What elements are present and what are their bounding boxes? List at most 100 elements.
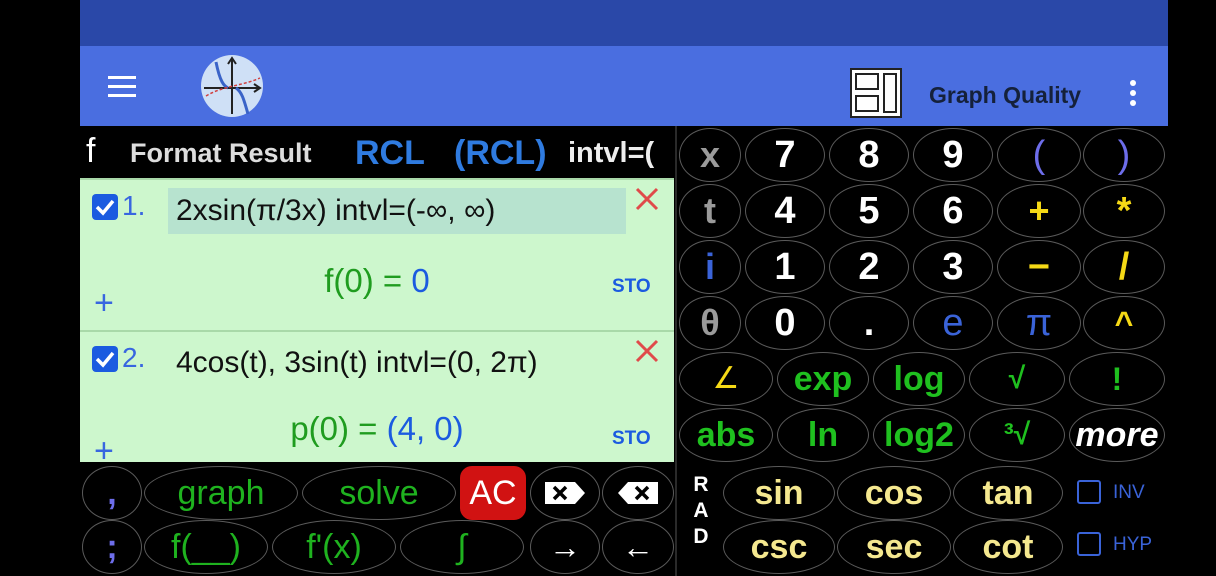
key-minus[interactable]: −: [997, 240, 1081, 294]
key-more[interactable]: more: [1069, 408, 1165, 462]
key-log[interactable]: log: [873, 352, 965, 406]
key-cube-root[interactable]: ³√: [969, 408, 1065, 462]
result-line: p(0) = (4, 0): [80, 410, 674, 448]
function-entry-2: 2. 4cos(t), 3sin(t) intvl=(0, 2π) p(0) =…: [80, 330, 674, 470]
key-plus[interactable]: +: [997, 184, 1081, 238]
hamburger-menu-icon[interactable]: [104, 76, 138, 100]
key-sin[interactable]: sin: [723, 466, 835, 520]
key-label: 5: [858, 190, 880, 232]
key-5[interactable]: 5: [829, 184, 909, 238]
key-tan[interactable]: tan: [953, 466, 1063, 520]
key-open-paren[interactable]: (: [997, 128, 1081, 182]
key-3[interactable]: 3: [913, 240, 993, 294]
entry-number: 1.: [122, 190, 146, 221]
key-label: log2: [884, 416, 954, 454]
key-t[interactable]: t: [679, 184, 741, 238]
close-icon[interactable]: [632, 184, 662, 214]
sto-button[interactable]: STO: [612, 276, 651, 298]
expression-input[interactable]: 2xsin(π/3x) intvl=(-∞, ∞): [168, 188, 626, 234]
more-vertical-icon[interactable]: [1126, 80, 1140, 110]
key-cos[interactable]: cos: [837, 466, 951, 520]
delete-forward-icon: [545, 482, 585, 504]
ac-key[interactable]: AC: [460, 466, 526, 520]
rcl-paren-key[interactable]: (RCL): [454, 134, 547, 173]
key-label: +: [1028, 190, 1050, 231]
add-icon[interactable]: +: [94, 284, 114, 323]
key-8[interactable]: 8: [829, 128, 909, 182]
key-close-paren[interactable]: ): [1083, 128, 1165, 182]
key-label: *: [1116, 190, 1132, 232]
semicolon-key[interactable]: ;: [82, 520, 142, 574]
key-label: ^: [1114, 305, 1134, 341]
checkbox-checked-icon[interactable]: [92, 346, 118, 372]
key-cot[interactable]: cot: [953, 520, 1063, 574]
key-log2[interactable]: log2: [873, 408, 965, 462]
expression-input[interactable]: 4cos(t), 3sin(t) intvl=(0, 2π): [168, 340, 626, 386]
key-label: more: [1075, 416, 1159, 454]
key-sqrt[interactable]: √: [969, 352, 1065, 406]
key-power[interactable]: ^: [1083, 296, 1165, 350]
key-abs[interactable]: abs: [679, 408, 773, 462]
graph-key[interactable]: graph: [144, 466, 298, 520]
inv-checkbox[interactable]: INV: [1075, 478, 1165, 510]
function-bar: f Format Result RCL (RCL) intvl=(: [80, 126, 677, 180]
key-angle[interactable]: ∠: [679, 352, 773, 406]
f-prime-key[interactable]: f'(x): [272, 520, 396, 574]
key-label: √: [1008, 362, 1026, 395]
rcl-key[interactable]: RCL: [355, 134, 425, 173]
key-factorial[interactable]: !: [1069, 352, 1165, 406]
entry-number: 2.: [122, 342, 146, 373]
key-2[interactable]: 2: [829, 240, 909, 294]
key-0[interactable]: 0: [745, 296, 825, 350]
function-entry-1: 1. 2xsin(π/3x) intvl=(-∞, ∞) f(0) = 0 ST…: [80, 178, 674, 330]
checkbox-checked-icon[interactable]: [92, 194, 118, 220]
key-divide[interactable]: /: [1083, 240, 1165, 294]
key-6[interactable]: 6: [913, 184, 993, 238]
f-blank-key[interactable]: f(__): [144, 520, 268, 574]
format-result-key[interactable]: Format Result: [130, 138, 312, 169]
right-arrow-key[interactable]: →: [530, 520, 600, 574]
layout-panels-icon[interactable]: [850, 68, 902, 118]
key-9[interactable]: 9: [913, 128, 993, 182]
toolbar: Graph Quality: [80, 46, 1168, 126]
f-key[interactable]: f: [86, 132, 95, 171]
close-icon[interactable]: [632, 336, 662, 366]
key-label: −: [1027, 246, 1051, 288]
rad-mode-toggle[interactable]: R A D: [681, 466, 721, 574]
ac-label: AC: [469, 474, 517, 512]
key-label: .: [863, 302, 875, 344]
rad-letter: A: [693, 499, 709, 522]
key-e[interactable]: e: [913, 296, 993, 350]
key-decimal[interactable]: .: [829, 296, 909, 350]
right-arrow-icon: →: [549, 529, 581, 565]
solve-key[interactable]: solve: [302, 466, 456, 520]
key-label: 4: [774, 190, 796, 232]
key-label: !: [1111, 361, 1123, 397]
key-theta[interactable]: θ: [679, 296, 741, 350]
delete-forward-key[interactable]: [530, 466, 600, 520]
bottom-keypad: , graph solve AC ; f(__) f'(x) ∫ → ←: [80, 462, 677, 576]
key-sec[interactable]: sec: [837, 520, 951, 574]
graph-logo-icon: [198, 52, 266, 120]
key-1[interactable]: 1: [745, 240, 825, 294]
key-label: abs: [696, 416, 756, 454]
key-x[interactable]: x: [679, 128, 741, 182]
key-label: x: [699, 134, 721, 175]
key-4[interactable]: 4: [745, 184, 825, 238]
integral-key[interactable]: ∫: [400, 520, 524, 574]
key-multiply[interactable]: *: [1083, 184, 1165, 238]
hyp-checkbox[interactable]: HYP: [1075, 530, 1165, 562]
key-7[interactable]: 7: [745, 128, 825, 182]
comma-key[interactable]: ,: [82, 466, 142, 520]
left-arrow-key[interactable]: ←: [602, 520, 674, 574]
key-i[interactable]: i: [679, 240, 741, 294]
sto-button[interactable]: STO: [612, 428, 651, 450]
key-exp[interactable]: exp: [777, 352, 869, 406]
f-prime-label: f'(x): [306, 528, 362, 566]
key-csc[interactable]: csc: [723, 520, 835, 574]
intvl-key[interactable]: intvl=(: [568, 137, 654, 170]
key-pi[interactable]: π: [997, 296, 1081, 350]
backspace-key[interactable]: [602, 466, 674, 520]
graph-quality-button[interactable]: Graph Quality: [929, 82, 1081, 109]
key-ln[interactable]: ln: [777, 408, 869, 462]
